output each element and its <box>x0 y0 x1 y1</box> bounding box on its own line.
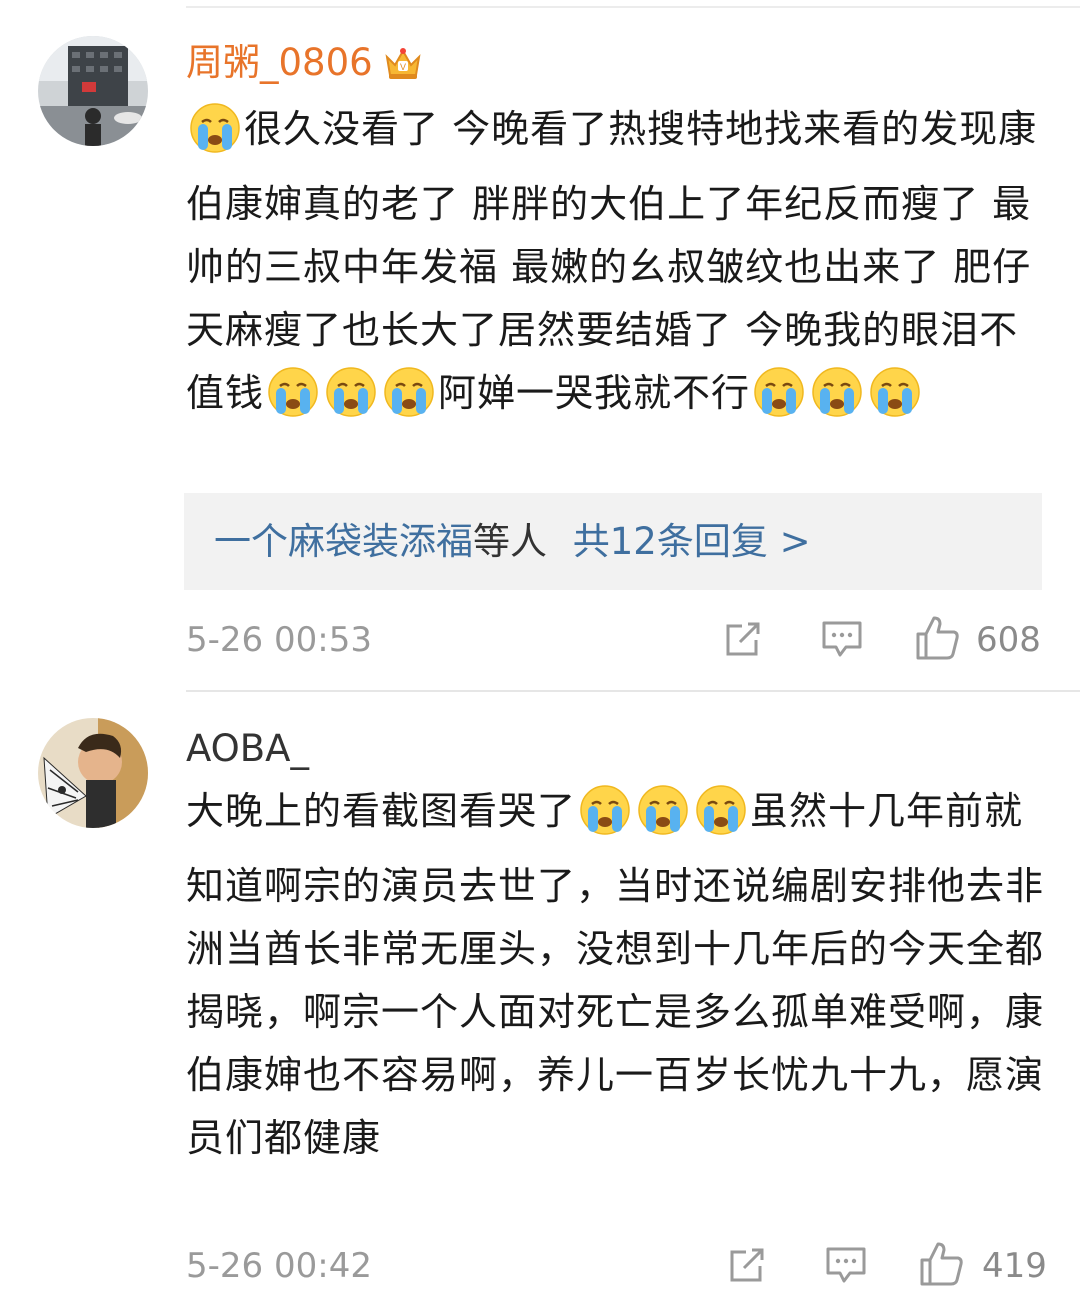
reply-suffix: 等人 <box>473 520 547 563</box>
crying-face-emoji <box>753 366 805 437</box>
crying-face-emoji <box>695 784 747 855</box>
reply-summary[interactable]: 一个麻袋装添福等人 共12条回复 > <box>184 493 1042 590</box>
comment-text: 大晚上的看截图看哭了 虽然十几年前就知道啊宗的演员去世了，当时还说编剧安排他去非洲… <box>186 780 1046 1170</box>
reply-count-link[interactable]: 共12条回复 > <box>573 520 811 563</box>
crying-face-emoji <box>189 102 241 173</box>
comment-card: 周粥_0806 V 很久没看了 今晚看了热搜特地找来看的发现康伯康婶真的老了 胖… <box>0 0 1080 690</box>
avatar[interactable] <box>38 718 148 828</box>
crown-badge-icon: V <box>383 44 423 94</box>
crying-face-emoji <box>637 784 689 855</box>
timestamp: 5-26 00:42 <box>186 1246 372 1286</box>
comment-meta: 5-26 00:53 608 <box>186 612 1046 668</box>
like-thumb-icon[interactable] <box>914 614 962 679</box>
crying-face-emoji <box>811 366 863 437</box>
comment-text: 很久没看了 今晚看了热搜特地找来看的发现康伯康婶真的老了 胖胖的大伯上了年纪反而… <box>186 98 1046 437</box>
like-count: 419 <box>982 1246 1047 1286</box>
crying-face-emoji <box>869 366 921 437</box>
username[interactable]: AOBA_ <box>186 724 309 774</box>
crying-face-emoji <box>579 784 631 855</box>
comment-icon[interactable] <box>824 1244 868 1303</box>
like-count: 608 <box>976 620 1041 660</box>
crying-face-emoji <box>383 366 435 437</box>
comment-card: AOBA_ 大晚上的看截图看哭了 虽然十几年前就知道啊宗的演员去世了，当时还说编剧… <box>0 692 1080 1286</box>
svg-text:V: V <box>400 62 406 72</box>
avatar[interactable] <box>38 36 148 146</box>
crying-face-emoji <box>325 366 377 437</box>
reply-user-link[interactable]: 一个麻袋装添福 <box>214 520 473 563</box>
username[interactable]: 周粥_0806 V <box>186 38 423 94</box>
crying-face-emoji <box>267 366 319 437</box>
repost-icon[interactable] <box>726 1244 768 1303</box>
repost-icon[interactable] <box>722 618 764 677</box>
comment-meta: 5-26 00:42 419 <box>186 1238 1047 1294</box>
timestamp: 5-26 00:53 <box>186 620 372 660</box>
comment-icon[interactable] <box>820 618 864 677</box>
like-thumb-icon[interactable] <box>918 1240 966 1305</box>
